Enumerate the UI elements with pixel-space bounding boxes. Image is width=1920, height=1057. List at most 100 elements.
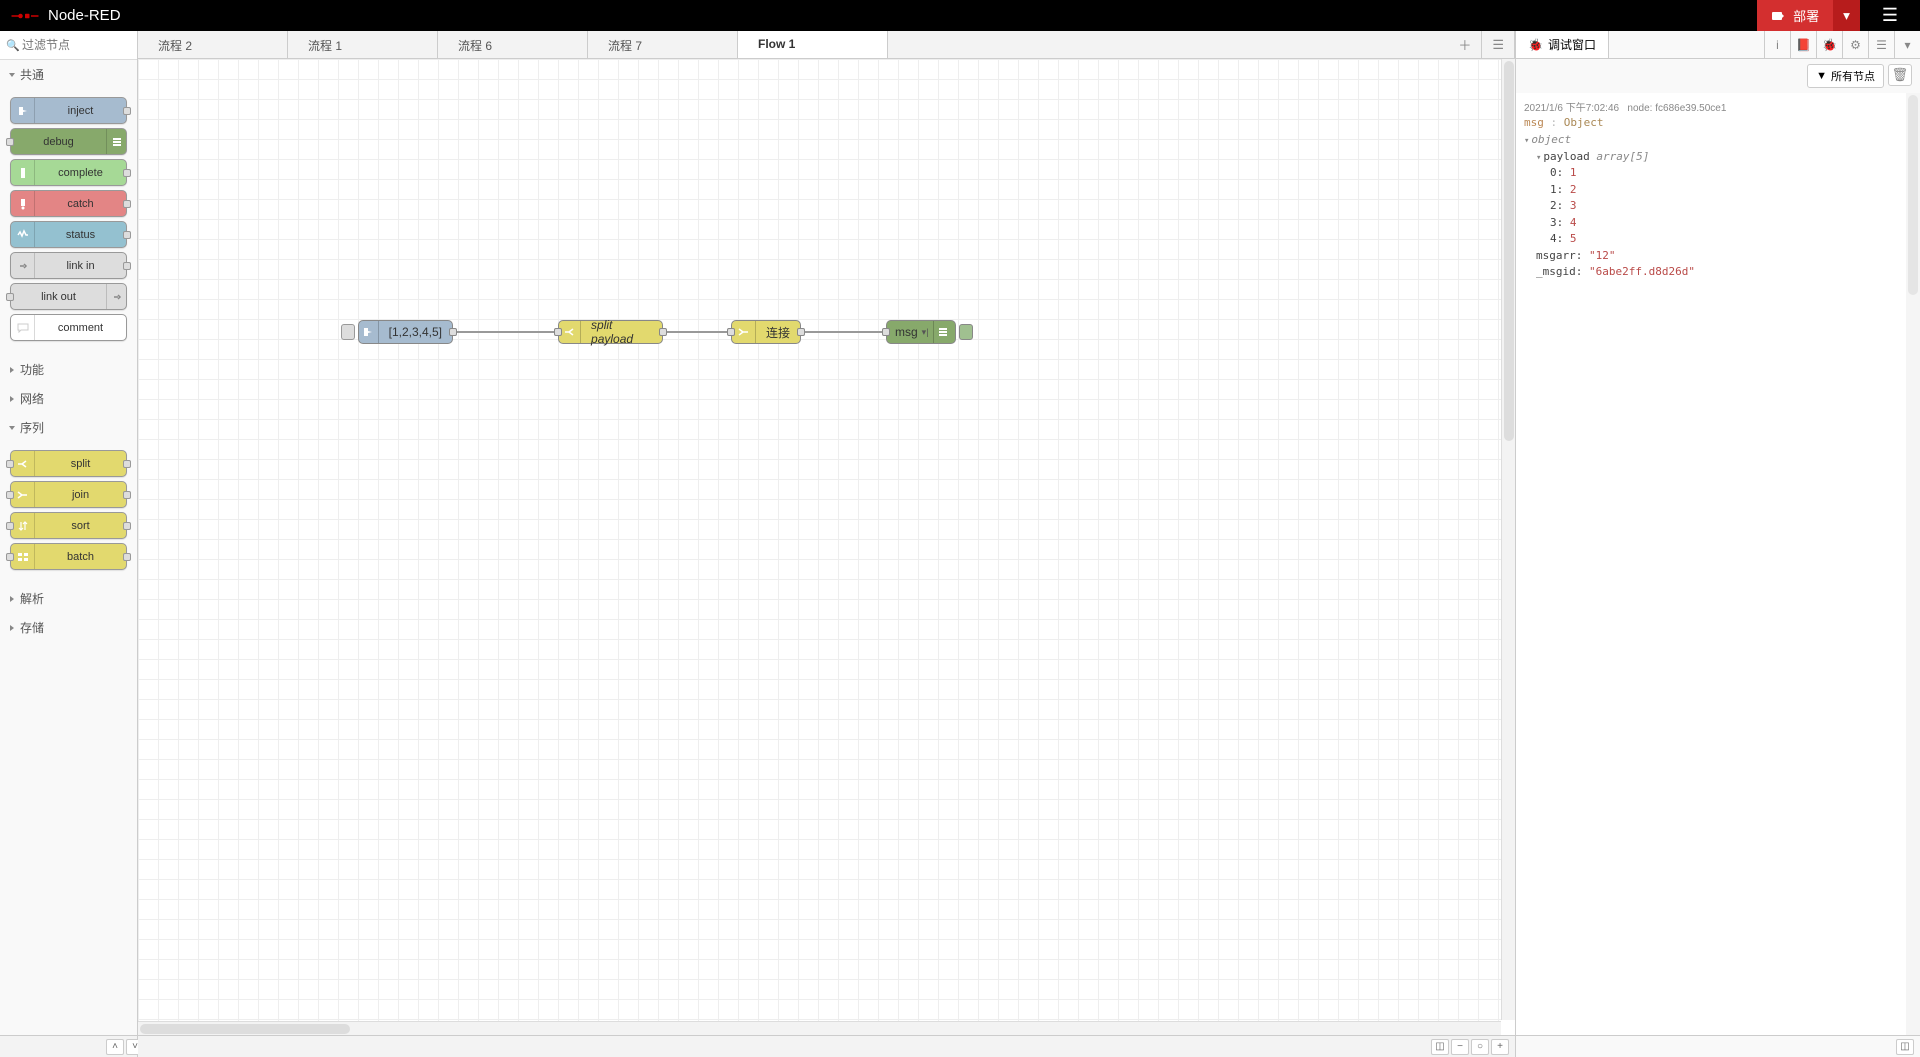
palette-node-inject[interactable]: inject	[10, 97, 127, 124]
circle-icon: ○	[1477, 1041, 1483, 1052]
chevron-up-icon: ˄	[112, 1041, 118, 1052]
workspace: 流程 2 流程 1 流程 6 流程 7 Flow 1 ＋ ☰ [1,2,3,4,…	[138, 31, 1516, 1057]
horizontal-scrollbar[interactable]	[138, 1021, 1501, 1035]
canvas-node-inject[interactable]: [1,2,3,4,5]	[358, 320, 453, 344]
flow-list-button[interactable]: ☰	[1482, 31, 1515, 58]
debug-toggle-button[interactable]	[959, 324, 973, 340]
debug-node-link[interactable]: fc686e39.50ce1	[1655, 103, 1726, 114]
inject-icon	[359, 321, 379, 343]
deploy-dropdown-button[interactable]: ▾	[1833, 0, 1860, 31]
palette-node-sort[interactable]: sort	[10, 512, 127, 539]
palette-node-catch[interactable]: catch	[10, 190, 127, 217]
add-flow-button[interactable]: ＋	[1448, 31, 1482, 58]
input-port	[6, 491, 14, 499]
output-port	[123, 169, 131, 177]
sidebar-help-button[interactable]: 📕	[1790, 31, 1816, 58]
debug-scrollbar[interactable]	[1906, 93, 1920, 1035]
sidebar-tabs: 🐞 调试窗口 i 📕 🐞 ⚙ ☰ ▾	[1516, 31, 1920, 59]
flow-tabs: 流程 2 流程 1 流程 6 流程 7 Flow 1 ＋ ☰	[138, 31, 1515, 59]
input-port[interactable]	[554, 328, 562, 336]
sidebar-info-button[interactable]: i	[1764, 31, 1790, 58]
inject-trigger-button[interactable]	[341, 324, 355, 340]
palette-node-status[interactable]: status	[10, 221, 127, 248]
output-port[interactable]	[659, 328, 667, 336]
split-icon	[559, 321, 581, 343]
input-port[interactable]	[727, 328, 735, 336]
zoom-in-button[interactable]: +	[1491, 1039, 1509, 1055]
palette-category-common[interactable]: 共通	[0, 60, 137, 89]
trash-icon: 🗑	[1892, 67, 1909, 83]
sidebar-config-button[interactable]: ⚙	[1842, 31, 1868, 58]
palette-node-debug[interactable]: debug	[10, 128, 127, 155]
palette-node-join[interactable]: join	[10, 481, 127, 508]
debug-window-button[interactable]: ◫	[1896, 1039, 1914, 1055]
flow-canvas[interactable]: [1,2,3,4,5] split payload 连接	[138, 59, 1515, 1035]
palette-category-network[interactable]: 网络	[0, 384, 137, 413]
palette-node-link-in[interactable]: link in	[10, 252, 127, 279]
debug-message-topic: msg : Object	[1524, 116, 1912, 129]
debug-icon	[106, 129, 126, 154]
output-port	[123, 491, 131, 499]
sidebar-debug-button[interactable]: 🐞	[1816, 31, 1842, 58]
palette-node-link-out[interactable]: link out	[10, 283, 127, 310]
vertical-scrollbar[interactable]	[1501, 59, 1515, 1020]
palette-category-storage[interactable]: 存储	[0, 613, 137, 642]
output-port[interactable]	[797, 328, 805, 336]
gear-icon: ⚙	[1850, 38, 1861, 52]
main-menu-button[interactable]: ☰	[1870, 5, 1910, 26]
palette-panel: 🔍 共通 inject debug complete	[0, 31, 138, 1057]
input-port	[6, 553, 14, 561]
book-icon: 📕	[1796, 38, 1811, 52]
flow-tab[interactable]: 流程 6	[438, 31, 588, 58]
palette-category-sequence[interactable]: 序列	[0, 413, 137, 442]
sidebar-tab-debug[interactable]: 🐞 调试窗口	[1516, 31, 1609, 58]
debug-message-meta: 2021/1/6 下午7:02:46 node: fc686e39.50ce1	[1524, 99, 1912, 114]
input-port[interactable]	[882, 328, 890, 336]
node-red-logo-icon	[10, 8, 40, 24]
output-port	[123, 107, 131, 115]
sidebar-footer: ◫	[1516, 1035, 1920, 1057]
output-port	[123, 231, 131, 239]
output-port	[123, 200, 131, 208]
debug-filter-row: ▼ 所有节点 🗑	[1516, 59, 1920, 93]
debug-message-tree[interactable]: object payload array[5] 0: 1 1: 2 2: 3 3…	[1524, 132, 1912, 281]
debug-filter-dropdown[interactable]: ▼ 所有节点	[1807, 64, 1884, 88]
zoom-reset-button[interactable]: ○	[1471, 1039, 1489, 1055]
sidebar-dropdown-button[interactable]: ▾	[1894, 31, 1920, 58]
palette-search-input[interactable]	[0, 31, 137, 59]
complete-icon	[11, 160, 35, 185]
input-port	[6, 522, 14, 530]
navigator-button[interactable]: ◫	[1431, 1039, 1449, 1055]
flow-tab[interactable]: 流程 2	[138, 31, 288, 58]
palette-node-split[interactable]: split	[10, 450, 127, 477]
flow-tab[interactable]: 流程 1	[288, 31, 438, 58]
inject-icon	[11, 98, 35, 123]
output-port	[123, 553, 131, 561]
canvas-node-join[interactable]: 连接	[731, 320, 801, 344]
input-port	[6, 460, 14, 468]
canvas-container: [1,2,3,4,5] split payload 连接	[138, 59, 1515, 1035]
debug-clear-button[interactable]: 🗑	[1888, 64, 1912, 86]
zoom-out-button[interactable]: −	[1451, 1039, 1469, 1055]
sidebar-context-button[interactable]: ☰	[1868, 31, 1894, 58]
flow-tab-active[interactable]: Flow 1	[738, 31, 888, 58]
plus-icon: +	[1497, 1041, 1503, 1052]
search-icon: 🔍	[6, 39, 20, 52]
palette-node-comment[interactable]: comment	[10, 314, 127, 341]
palette-node-complete[interactable]: complete	[10, 159, 127, 186]
output-port[interactable]	[449, 328, 457, 336]
info-icon: i	[1776, 38, 1779, 52]
palette-collapse-up-button[interactable]: ˄	[106, 1039, 124, 1055]
output-port	[123, 460, 131, 468]
canvas-node-debug[interactable]: msg ▾|	[886, 320, 956, 344]
chevron-down-icon: ▾	[1843, 8, 1850, 24]
flow-tab[interactable]: 流程 7	[588, 31, 738, 58]
input-port	[6, 293, 14, 301]
deploy-button[interactable]: 部署	[1757, 0, 1833, 31]
canvas-node-split[interactable]: split payload	[558, 320, 663, 344]
palette-node-batch[interactable]: batch	[10, 543, 127, 570]
palette-category-function[interactable]: 功能	[0, 355, 137, 384]
msg-dropdown-icon: ▾|	[922, 327, 933, 338]
palette-category-parser[interactable]: 解析	[0, 584, 137, 613]
comment-icon	[11, 315, 35, 340]
